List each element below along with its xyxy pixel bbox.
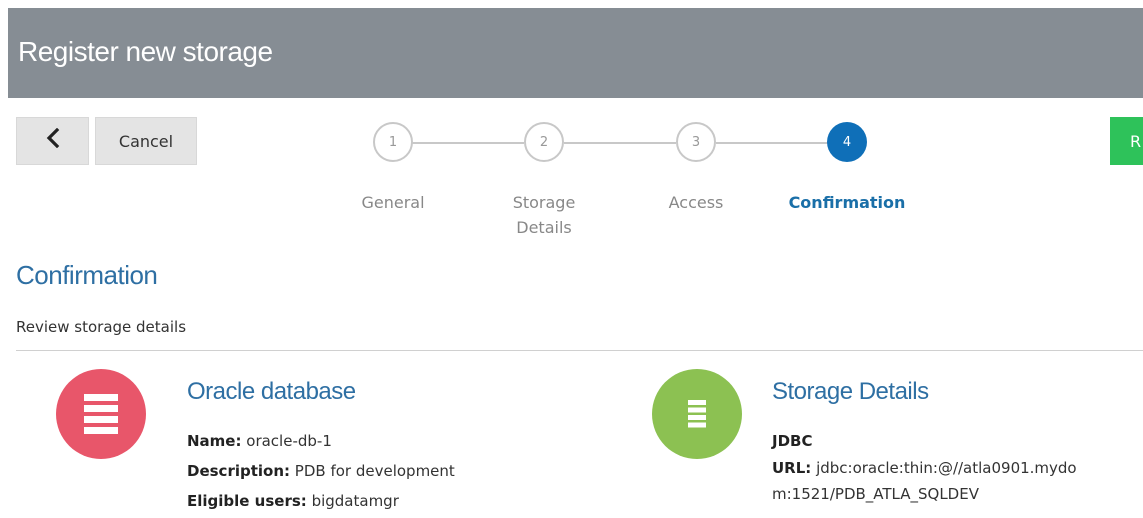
storage-type-value: JDBC	[772, 432, 813, 450]
storage-icon	[652, 369, 742, 459]
page-title: Register new storage	[18, 36, 273, 67]
step-connector	[716, 142, 828, 144]
step-2-indicator[interactable]: 2	[524, 122, 564, 162]
page-header: Register new storage	[8, 8, 1143, 98]
storage-card-title: Storage Details	[772, 378, 929, 405]
step-label-storage-details[interactable]: Storage Details	[494, 190, 594, 240]
name-value: oracle-db-1	[246, 432, 332, 450]
step-label-access[interactable]: Access	[646, 190, 746, 215]
description-label: Description:	[187, 462, 291, 480]
step-connector	[564, 142, 676, 144]
step-label-general[interactable]: General	[343, 190, 443, 215]
database-icon	[56, 369, 146, 459]
chevron-left-icon	[46, 127, 60, 154]
back-button[interactable]	[16, 117, 89, 165]
eligible-users-label: Eligible users:	[187, 492, 307, 510]
url-value-part-1: jdbc:oracle:thin:@//atla0901.mydo	[816, 459, 1077, 477]
storage-url-line-1: URL: jdbc:oracle:thin:@//atla0901.mydo	[772, 459, 1077, 477]
step-label-text: Storage Details	[512, 193, 576, 237]
section-title: Confirmation	[16, 260, 158, 290]
name-label: Name:	[187, 432, 242, 450]
step-4-indicator[interactable]: 4	[827, 122, 867, 162]
step-3-indicator[interactable]: 3	[676, 122, 716, 162]
cancel-button[interactable]: Cancel	[95, 117, 197, 165]
section-subtitle: Review storage details	[16, 318, 187, 336]
database-name: Name: oracle-db-1	[187, 432, 332, 450]
url-label: URL:	[772, 459, 812, 477]
divider	[16, 350, 1143, 351]
step-1-indicator[interactable]: 1	[373, 122, 413, 162]
storage-url-line-2: m:1521/PDB_ATLA_SQLDEV	[772, 485, 979, 503]
storage-type: JDBC	[772, 432, 812, 450]
description-value: PDB for development	[294, 462, 455, 480]
register-button[interactable]: R	[1110, 117, 1143, 165]
step-connector	[412, 142, 524, 144]
step-label-confirmation[interactable]: Confirmation	[787, 190, 907, 215]
database-card-title: Oracle database	[187, 378, 356, 405]
eligible-users-value: bigdatamgr	[311, 492, 399, 510]
database-description: Description: PDB for development	[187, 462, 455, 480]
database-eligible-users: Eligible users: bigdatamgr	[187, 492, 399, 510]
